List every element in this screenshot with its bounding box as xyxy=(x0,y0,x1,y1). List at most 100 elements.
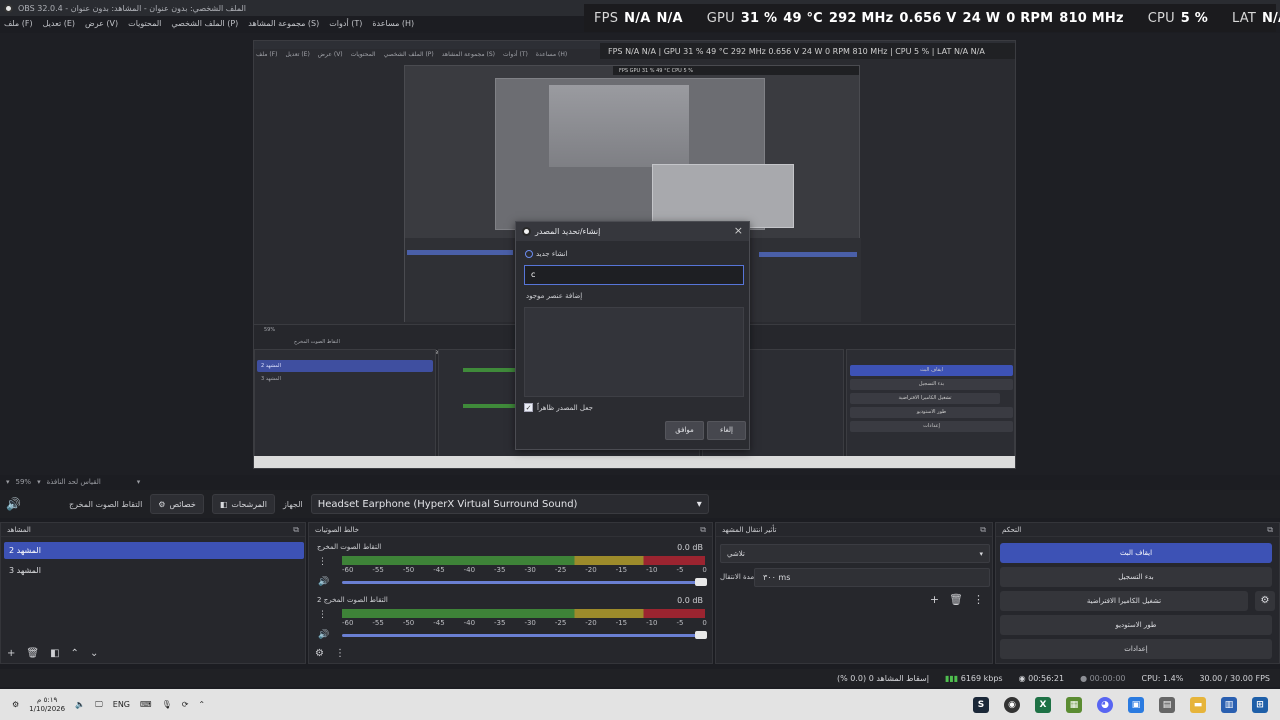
make-visible-checkbox[interactable]: ✓ جعل المصدر ظاهراً xyxy=(524,403,593,412)
start-icon[interactable]: ⊞ xyxy=(1252,696,1268,713)
cpu-label: CPU xyxy=(1147,10,1175,26)
controls-dock: التحكم ⧉ ايقاف البث بدء التسجيل تشغيل ال… xyxy=(995,522,1280,664)
slider-handle[interactable] xyxy=(695,578,707,586)
close-icon[interactable]: × xyxy=(734,224,743,237)
add-existing-radio[interactable]: إضافة عنصر موجود xyxy=(526,292,582,300)
scale-tick: -10 xyxy=(646,619,658,627)
duration-input[interactable]: ٣٠٠ ms xyxy=(754,568,990,587)
gear-icon[interactable]: ⚙ xyxy=(1255,591,1275,611)
zoom-percent[interactable]: 59% xyxy=(16,478,32,486)
move-up-icon[interactable]: ⌃ xyxy=(71,648,79,659)
zoom-bar: ▾ 59% ▾ القياس لحد النافذة ▾ xyxy=(0,476,1280,488)
chevron-down-icon[interactable]: ▾ xyxy=(137,478,141,486)
volume-slider[interactable] xyxy=(342,631,707,639)
undock-icon[interactable]: ⧉ xyxy=(1267,525,1273,535)
scale-tick: -40 xyxy=(463,619,476,627)
stop-streaming-button[interactable]: ايقاف البث xyxy=(1000,543,1272,563)
menu-scene-collection[interactable]: مجموعة المشاهد (S) xyxy=(248,19,319,28)
scale-tick: 0 xyxy=(702,566,707,574)
meter-scale: -60 -55 -50 -45 -40 -35 -30 -25 -20 -15 … xyxy=(342,566,707,574)
steam-icon[interactable]: S xyxy=(973,696,989,713)
fps-value: N/A xyxy=(624,10,651,26)
filters-button[interactable]: ◧ المرشحات xyxy=(211,494,275,514)
scale-tick: -10 xyxy=(646,566,658,574)
filter-icon[interactable]: ◧ xyxy=(50,648,59,659)
folder-icon[interactable]: ▬ xyxy=(1190,696,1206,713)
zoom-scale-label[interactable]: القياس لحد النافذة xyxy=(47,478,101,486)
undock-icon[interactable]: ⧉ xyxy=(293,525,299,535)
settings-tray-icon[interactable]: ⚙ xyxy=(12,700,19,709)
discord-icon[interactable]: ◕ xyxy=(1097,696,1113,713)
menu-tools[interactable]: أدوات (T) xyxy=(329,19,362,28)
undock-icon[interactable]: ⧉ xyxy=(980,525,986,535)
cancel-button[interactable]: إلغاء xyxy=(707,421,746,440)
existing-sources-list[interactable] xyxy=(524,307,744,397)
stream-icon: ◉ xyxy=(1018,673,1026,683)
fps-label: FPS xyxy=(594,10,619,26)
device-select[interactable]: Headset Earphone (HyperX Virtual Surroun… xyxy=(310,494,709,514)
store-icon[interactable]: ▥ xyxy=(1221,696,1237,713)
slider-handle[interactable] xyxy=(695,631,707,639)
nested-preview-level-4 xyxy=(549,85,689,167)
scale-tick: -60 xyxy=(342,619,354,627)
nested-control-btn: ايقاف البث xyxy=(850,365,1013,376)
undock-icon[interactable]: ⧉ xyxy=(700,525,706,535)
add-icon[interactable]: + xyxy=(7,648,15,659)
transition-type-select[interactable]: تلاشي ▾ xyxy=(720,544,990,563)
chevron-down-icon[interactable]: ▾ xyxy=(6,478,10,486)
kebab-menu-icon[interactable]: ⋮ xyxy=(973,593,984,606)
obs-logo-icon xyxy=(522,227,531,236)
chevron-up-icon[interactable]: ⌃ xyxy=(198,700,205,709)
kebab-menu-icon[interactable]: ⋮ xyxy=(318,610,327,620)
clock[interactable]: ٥:١٩ م 1/10/2026 xyxy=(29,696,65,714)
volume-icon[interactable]: 🔈 xyxy=(75,700,85,709)
trash-icon[interactable]: 🗑 xyxy=(949,593,963,606)
menu-profile[interactable]: الملف الشخصي (P) xyxy=(171,19,238,28)
kebab-menu-icon[interactable]: ⋮ xyxy=(318,557,327,567)
scenes-title: المشاهد xyxy=(7,525,31,534)
obs-icon[interactable]: ◉ xyxy=(1004,696,1020,713)
speaker-icon[interactable]: 🔊 xyxy=(318,577,329,587)
source-name-label: التقاط الصوت المخرج xyxy=(68,499,143,509)
app-icon[interactable]: ▤ xyxy=(1159,696,1175,713)
menu-docks[interactable]: المحتويات xyxy=(128,19,161,28)
trash-icon[interactable]: 🗑 xyxy=(26,648,39,659)
menu-edit[interactable]: تعديل (E) xyxy=(43,19,75,28)
nested-scene-item: المشهد 3 xyxy=(261,376,281,382)
network-icon[interactable]: 🖵 xyxy=(95,700,103,710)
bitrate: ▮▮▮ 6169 kbps xyxy=(945,674,1003,683)
menu-view[interactable]: عرض (V) xyxy=(85,19,118,28)
nested-scene-item: المشهد 2 xyxy=(257,360,433,372)
scene-item[interactable]: المشهد 3 xyxy=(4,562,304,579)
create-new-label: انشاء جديد xyxy=(536,250,568,258)
virtual-camera-button[interactable]: تشغيل الكاميرا الافتراضية xyxy=(1000,591,1248,611)
scale-tick: -15 xyxy=(615,619,628,627)
windows-app-icon[interactable]: ▣ xyxy=(1128,696,1144,713)
scene-item[interactable]: المشهد 2 xyxy=(4,542,304,559)
studio-mode-button[interactable]: طور الاستوديو xyxy=(1000,615,1272,635)
zoom-down-icon[interactable]: ▾ xyxy=(37,478,41,486)
speaker-icon[interactable]: 🔊 xyxy=(318,630,329,640)
menu-file[interactable]: ملف (F) xyxy=(4,19,33,28)
ok-button[interactable]: موافق xyxy=(665,421,704,440)
nested-menu-item: ملف (F) xyxy=(256,51,278,58)
volume-slider[interactable] xyxy=(342,578,707,586)
source-name-input[interactable]: c xyxy=(524,265,744,285)
kebab-menu-icon[interactable]: ⋮ xyxy=(335,648,345,659)
language-indicator[interactable]: ENG xyxy=(113,700,130,709)
start-recording-button[interactable]: بدء التسجيل xyxy=(1000,567,1272,587)
advanced-audio-icon[interactable]: ⚙ xyxy=(315,648,324,659)
menu-help[interactable]: مساعدة (H) xyxy=(372,19,414,28)
settings-button[interactable]: إعدادات xyxy=(1000,639,1272,659)
minecraft-icon[interactable]: ▦ xyxy=(1066,696,1082,713)
properties-button[interactable]: ⚙ خصائص xyxy=(150,494,204,514)
keyboard-icon[interactable]: ⌨ xyxy=(140,700,152,709)
create-new-radio[interactable]: انشاء جديد xyxy=(525,250,567,258)
add-icon[interactable]: + xyxy=(930,593,939,606)
move-down-icon[interactable]: ⌄ xyxy=(90,648,98,659)
excel-icon[interactable]: X xyxy=(1035,696,1051,713)
nested-overlay-gpu-clock: 292 MHz xyxy=(730,46,766,56)
microphone-icon[interactable]: 🎙 xyxy=(162,700,172,709)
sync-icon[interactable]: ⟳ xyxy=(182,700,189,709)
device-value: Headset Earphone (HyperX Virtual Surroun… xyxy=(317,498,578,510)
